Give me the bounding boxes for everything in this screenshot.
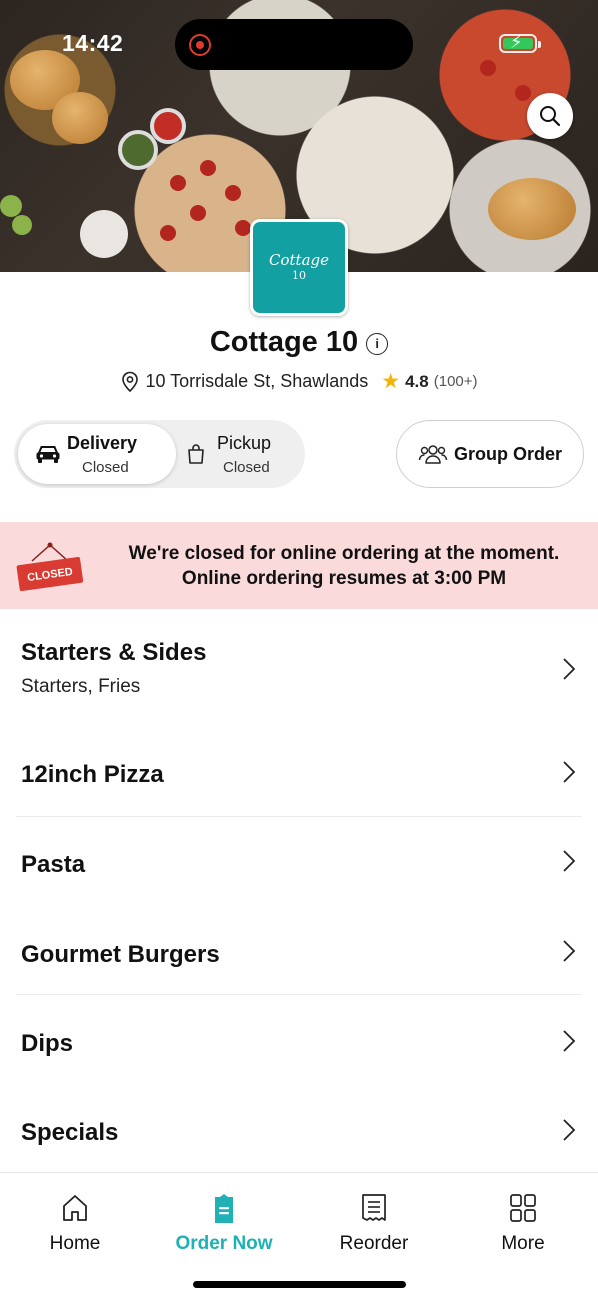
food-topping — [515, 85, 531, 101]
car-icon — [36, 446, 60, 463]
menu-category-title: 12inch Pizza — [21, 761, 164, 788]
rating-count: (100+) — [433, 373, 478, 390]
home-icon — [63, 1195, 87, 1221]
menu-category-subtitle: Starters, Fries — [21, 676, 141, 697]
menu-category-title: Specials — [21, 1119, 119, 1146]
menu-category-title: Dips — [21, 1030, 74, 1057]
food-bowl — [150, 108, 186, 144]
food-topping — [480, 60, 496, 76]
closed-sign-icon: CLOSED — [16, 542, 84, 591]
chevron-right-icon — [563, 850, 576, 872]
tab-label: Order Now — [175, 1233, 273, 1254]
food-burger — [52, 92, 108, 144]
home-indicator[interactable] — [193, 1281, 406, 1288]
food-topping — [170, 175, 186, 191]
menu-category-starters[interactable]: Starters & Sides Starters, Fries — [0, 609, 598, 727]
closed-message: We're closed for online ordering at the … — [110, 541, 578, 591]
group-order-button[interactable]: Group Order — [396, 420, 584, 488]
menu-category-burgers[interactable]: Gourmet Burgers — [0, 906, 598, 995]
closed-message-line2: Online ordering resumes at 3:00 PM — [181, 568, 507, 589]
food-topping — [235, 220, 251, 236]
pickup-status: Closed — [223, 459, 270, 476]
food-topping — [225, 185, 241, 201]
bag-icon — [188, 444, 204, 464]
menu-category-pizza[interactable]: 12inch Pizza — [0, 727, 598, 817]
store-address: 10 Torrisdale St, Shawlands — [145, 371, 369, 391]
tab-label: Reorder — [339, 1233, 409, 1254]
logo-number: 10 — [292, 269, 306, 282]
store-name: Cottage 10 — [209, 326, 359, 358]
food-topping — [160, 225, 176, 241]
tab-more[interactable]: More — [448, 1173, 598, 1263]
food-bowl — [80, 210, 128, 258]
group-icon — [418, 445, 448, 464]
search-icon — [540, 106, 561, 127]
tab-label: More — [501, 1233, 545, 1254]
logo-wordmark: Cottage — [269, 251, 329, 269]
menu-category-title: Pasta — [21, 851, 86, 878]
status-time: 14:42 — [62, 30, 124, 56]
store-title-row: Cottage 10 i — [0, 326, 598, 359]
chevron-right-icon — [563, 761, 576, 783]
food-topping — [190, 205, 206, 221]
menu-category-title: Starters & Sides — [21, 639, 207, 666]
group-order-label: Group Order — [453, 443, 562, 464]
pickup-label: Pickup — [217, 433, 272, 453]
location-pin-icon — [122, 371, 139, 392]
food-topping — [200, 160, 216, 176]
battery-nub — [538, 41, 541, 48]
food-bowl — [118, 130, 158, 170]
menu-category-dips[interactable]: Dips — [0, 995, 598, 1085]
order-mode-toggle: Delivery Closed Pickup Closed — [14, 420, 305, 488]
tab-home[interactable]: Home — [0, 1173, 150, 1263]
delivery-status: Closed — [82, 459, 129, 476]
closed-message-line1: We're closed for online ordering at the … — [128, 543, 560, 564]
tab-label: Home — [49, 1233, 101, 1254]
charging-icon: ⚡ — [510, 32, 523, 52]
battery-icon: ⚡ — [499, 32, 541, 53]
tab-order-now[interactable]: Order Now — [149, 1173, 299, 1263]
grid-icon — [510, 1194, 536, 1222]
store-logo: Cottage 10 — [250, 219, 348, 316]
chevron-right-icon — [563, 1119, 576, 1141]
chevron-right-icon — [563, 1030, 576, 1052]
pickup-option[interactable]: Pickup Closed — [186, 424, 301, 484]
store-address-row: 10 Torrisdale St, Shawlands ★ 4.8 (100+) — [0, 369, 598, 394]
star-icon: ★ — [381, 370, 401, 393]
store-rating: 4.8 — [405, 371, 429, 391]
delivery-option[interactable]: Delivery Closed — [18, 424, 176, 484]
tab-reorder[interactable]: Reorder — [299, 1173, 449, 1263]
order-icon — [215, 1194, 233, 1223]
recording-icon — [189, 34, 211, 56]
menu-category-specials[interactable]: Specials — [0, 1085, 598, 1172]
receipt-icon — [362, 1194, 386, 1221]
food-grape — [12, 215, 32, 235]
chevron-right-icon — [563, 940, 576, 962]
search-button[interactable] — [527, 93, 573, 139]
menu-category-pasta[interactable]: Pasta — [0, 817, 598, 906]
delivery-label: Delivery — [67, 433, 138, 453]
info-icon[interactable]: i — [366, 332, 389, 355]
food-burger — [488, 178, 576, 240]
chevron-right-icon — [563, 658, 576, 680]
food-grape — [0, 195, 22, 217]
menu-category-title: Gourmet Burgers — [21, 941, 220, 968]
